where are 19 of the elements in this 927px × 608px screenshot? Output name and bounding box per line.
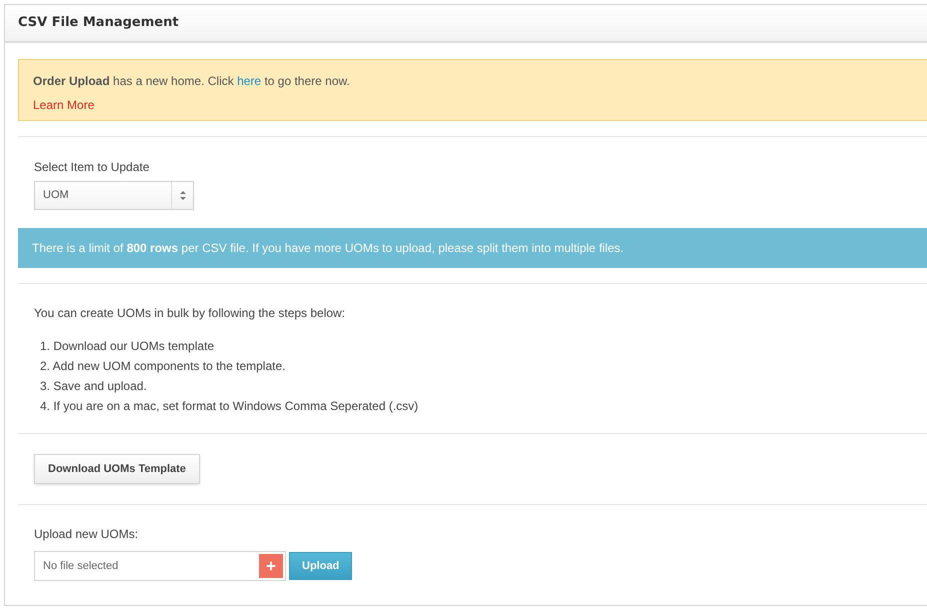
upload-button[interactable]: Upload (289, 552, 352, 580)
learn-more-link[interactable]: Learn More (33, 96, 94, 114)
file-field[interactable]: No file selected (34, 551, 286, 581)
step-text: 2. Add new UOM components to the template. (39, 358, 286, 375)
panel-title: CSV File Management (18, 14, 179, 32)
intro-text: You can create UOMs in bulk by following the steps below: (34, 305, 346, 322)
item-select[interactable]: UOM (34, 181, 194, 210)
notice-text: Order Upload has a new home. Click here to go there now. (33, 73, 351, 90)
step-text: 3. Save and upload. (39, 378, 148, 395)
download-template-button[interactable]: Download UOMs Template (34, 454, 200, 484)
sort-arrows-icon (180, 191, 186, 200)
limit-text: There is a limit of 800 rows per CSV file. If you have more UOMs to upload, please split them into multiple files. (32, 240, 624, 257)
step-text: 1. Download our UOMs template (39, 338, 216, 355)
upload-label: Upload new UOMs: (34, 526, 140, 543)
step-text: 4. If you are on a mac, set format to Windows Comma Seperated (.csv) (39, 398, 420, 415)
plus-icon (265, 560, 277, 572)
add-file-button[interactable] (259, 554, 283, 578)
here-link[interactable]: here (237, 74, 262, 88)
select-label: Select Item to Update (34, 159, 150, 176)
